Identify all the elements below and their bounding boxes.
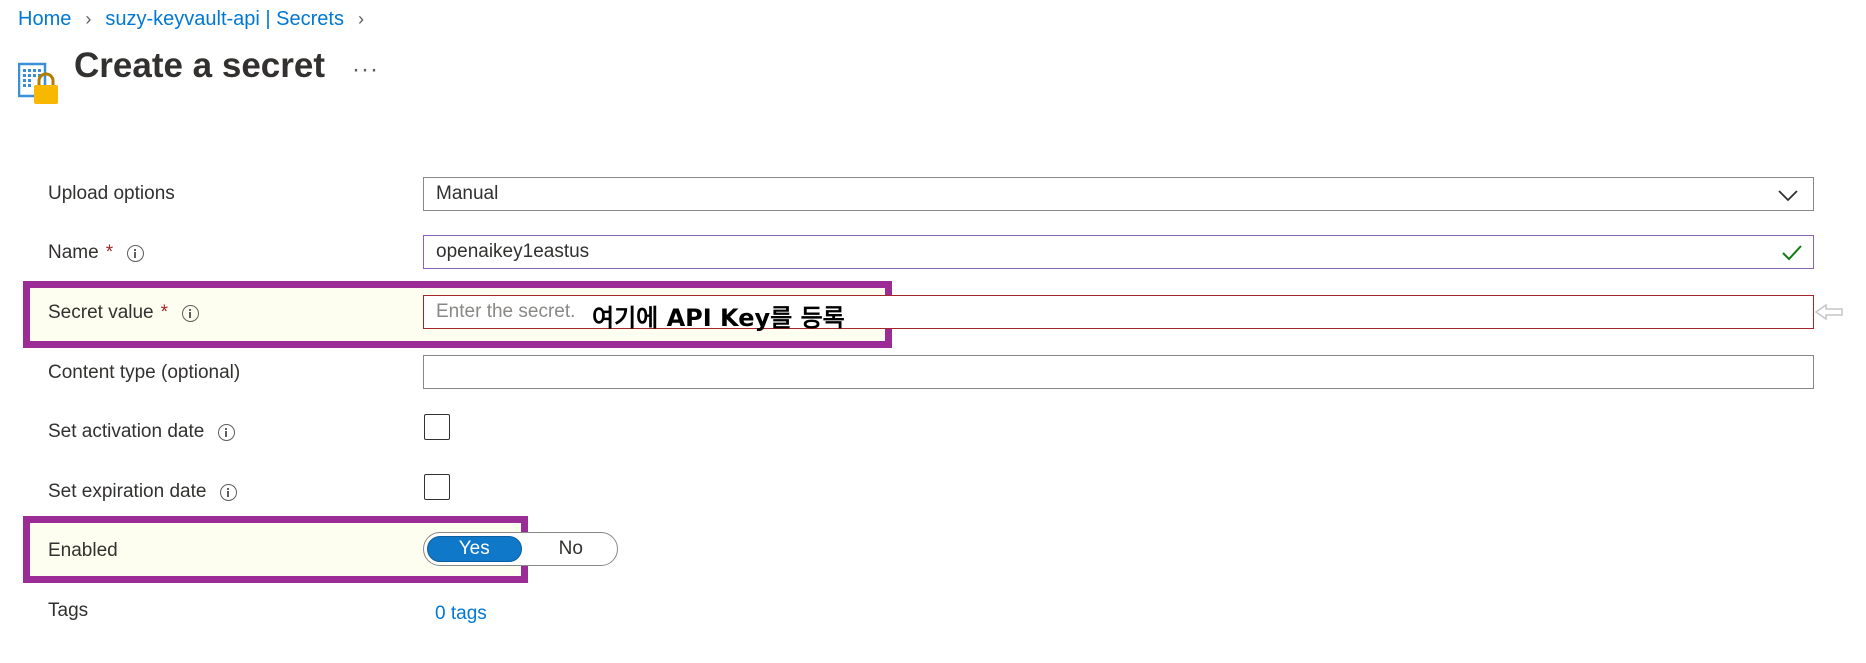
chevron-right-icon: › (85, 9, 92, 29)
content-type-label: Content type (optional) (48, 362, 240, 384)
expiration-date-checkbox[interactable] (424, 474, 450, 500)
enabled-toggle[interactable]: Yes No (423, 532, 618, 566)
breadcrumb-secrets-link[interactable]: suzy-keyvault-api | Secrets (105, 8, 344, 31)
secret-value-placeholder: Enter the secret. (436, 301, 576, 322)
enabled-no-option[interactable]: No (525, 533, 618, 565)
content-type-label-text: Content type (optional) (48, 362, 241, 383)
expiration-date-label-text: Set expiration date (48, 481, 207, 502)
upload-options-label: Upload options (48, 183, 175, 205)
breadcrumb: Home › suzy-keyvault-api | Secrets › (18, 8, 378, 31)
chevron-right-icon: › (357, 9, 364, 29)
name-label-text: Name (48, 242, 99, 263)
info-icon[interactable] (220, 483, 238, 501)
name-input-value: openaikey1eastus (436, 241, 590, 262)
info-icon[interactable] (127, 244, 145, 262)
enabled-yes-option[interactable]: Yes (427, 536, 522, 562)
required-marker: * (160, 302, 169, 323)
more-options-button[interactable]: ··· (352, 56, 379, 84)
info-icon[interactable] (182, 304, 200, 322)
activation-date-label: Set activation date (48, 421, 236, 443)
enabled-label: Enabled (48, 540, 118, 562)
secret-value-label: Secret value * (48, 302, 200, 324)
arrow-left-icon (1814, 303, 1843, 321)
name-label: Name * (48, 242, 145, 264)
required-marker: * (105, 242, 114, 263)
tags-label: Tags (48, 600, 88, 622)
keyvault-secret-icon (18, 62, 58, 104)
content-type-input[interactable] (423, 355, 1814, 389)
checkmark-icon (1782, 245, 1802, 261)
expiration-date-label: Set expiration date (48, 481, 238, 503)
breadcrumb-home-link[interactable]: Home (18, 8, 71, 31)
annotation-text: 여기에 API Key를 등록 (592, 304, 845, 332)
upload-options-select[interactable]: Manual (423, 177, 1814, 211)
upload-options-label-text: Upload options (48, 183, 175, 204)
tags-label-text: Tags (48, 600, 89, 621)
enabled-label-text: Enabled (48, 540, 118, 561)
secret-value-label-text: Secret value (48, 302, 154, 323)
tags-link[interactable]: 0 tags (435, 603, 487, 625)
page-title: Create a secret (74, 46, 325, 85)
upload-options-value: Manual (436, 183, 499, 204)
name-input[interactable]: openaikey1eastus (423, 235, 1814, 269)
chevron-down-icon (1778, 190, 1798, 202)
activation-date-label-text: Set activation date (48, 421, 205, 442)
activation-date-checkbox[interactable] (424, 414, 450, 440)
info-icon[interactable] (218, 423, 236, 441)
